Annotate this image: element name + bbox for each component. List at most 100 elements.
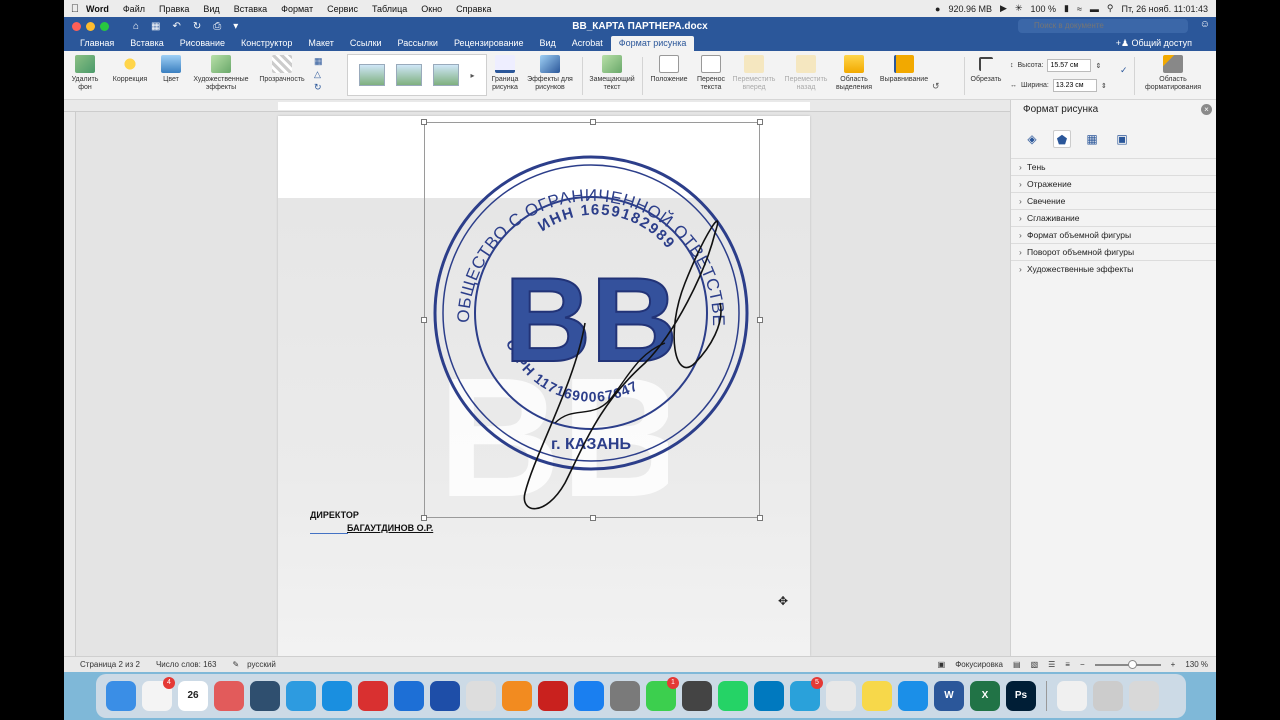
hexagon-app-icon[interactable] <box>502 681 532 711</box>
record-icon[interactable]: ● <box>935 4 940 14</box>
resize-handle-bottom-right[interactable] <box>757 515 763 521</box>
iphone-icon[interactable] <box>1093 681 1123 711</box>
height-field[interactable] <box>1047 59 1092 72</box>
horizontal-ruler[interactable] <box>64 100 1010 112</box>
width-stepper[interactable]: ⇕ <box>1101 82 1107 90</box>
bring-forward-button[interactable]: Переместить вперед <box>728 55 780 92</box>
teamviewer-icon[interactable] <box>394 681 424 711</box>
screen-share-icon[interactable] <box>430 681 460 711</box>
proofing-icon[interactable]: ✎ <box>232 660 239 669</box>
bluetooth-icon[interactable]: ✳ <box>1015 3 1023 14</box>
print-icon[interactable]: ⎙ <box>213 21 221 32</box>
undo-icon[interactable]: ↶ <box>173 21 181 32</box>
remove-background-button[interactable]: Удалить фон <box>68 55 102 92</box>
tab-acrobat[interactable]: Acrobat <box>564 36 611 51</box>
vpn-icon[interactable] <box>286 681 316 711</box>
minimize-window-button[interactable] <box>86 21 95 31</box>
c-app-icon[interactable] <box>466 681 496 711</box>
crop-button[interactable]: Обрезать <box>968 55 1004 84</box>
share-button[interactable]: +♟ Общий доступ <box>1116 35 1192 51</box>
menu-format[interactable]: Формат <box>281 4 313 14</box>
spotlight-icon[interactable]: ⚲ <box>1107 3 1114 14</box>
section-glow[interactable]: › Свечение <box>1011 192 1216 209</box>
system-prefs-icon[interactable] <box>610 681 640 711</box>
launchpad-icon[interactable] <box>214 681 244 711</box>
send-backward-button[interactable]: Переместить назад <box>780 55 832 92</box>
picture-style-thumb[interactable] <box>396 64 423 86</box>
alt-text-button[interactable]: Замещающий текст <box>586 55 638 92</box>
page-count[interactable]: Страница 2 из 2 <box>80 660 140 669</box>
close-window-button[interactable] <box>72 21 81 31</box>
director-name[interactable]: БАГАУТДИНОВ О.Р. <box>347 523 433 533</box>
menu-help[interactable]: Справка <box>456 4 491 14</box>
zoom-level[interactable]: 130 % <box>1185 660 1208 669</box>
resize-handle-top[interactable] <box>590 119 596 125</box>
tab-draw[interactable]: Рисование <box>172 36 233 51</box>
resize-handle-bottom-left[interactable] <box>421 515 427 521</box>
rotate-icon[interactable]: ↺ <box>932 81 940 92</box>
selected-picture[interactable]: ОБЩЕСТВО С ОГРАНИЧЕННОЙ ОТВЕТСТВЕННОСТЬЮ… <box>421 119 763 521</box>
tab-view[interactable]: Вид <box>531 36 563 51</box>
search-input[interactable] <box>1018 19 1188 33</box>
draft-view-icon[interactable]: ≡ <box>1065 660 1070 669</box>
close-pane-button[interactable]: × <box>1201 104 1212 115</box>
memory-readout[interactable]: 920.96 MB <box>948 4 992 14</box>
finder-icon[interactable] <box>106 681 136 711</box>
flash-icon[interactable] <box>322 681 352 711</box>
section-3d-rotation[interactable]: › Поворот объемной фигуры <box>1011 243 1216 260</box>
tab-home[interactable]: Главная <box>72 36 122 51</box>
picture-style-thumb[interactable] <box>433 64 460 86</box>
print-layout-icon[interactable]: ▤ <box>1013 660 1021 669</box>
director-name-line[interactable]: БАГАУТДИНОВ О.Р. <box>310 523 433 534</box>
safari-icon[interactable] <box>898 681 928 711</box>
align-button[interactable]: Выравнивание <box>876 55 932 84</box>
gallery-more-icon[interactable]: ▸ <box>470 71 474 80</box>
layout-size-icon[interactable]: ▦ <box>1083 130 1101 148</box>
lock-aspect-check-icon[interactable]: ✓ <box>1120 65 1128 76</box>
apple-icon[interactable]:  <box>64 3 86 15</box>
width-field[interactable] <box>1052 79 1097 92</box>
smiley-feedback-icon[interactable]: ☺ <box>1200 19 1210 30</box>
reminders-icon[interactable]: 4 <box>142 677 175 711</box>
section-soft-edges[interactable]: › Сглаживание <box>1011 209 1216 226</box>
color-button[interactable]: Цвет <box>156 55 186 84</box>
tab-references[interactable]: Ссылки <box>342 36 390 51</box>
height-stepper[interactable]: ⇕ <box>1095 62 1101 70</box>
selection-pane-button[interactable]: Область выделения <box>832 55 876 92</box>
battery-readout[interactable]: 100 % <box>1030 4 1056 14</box>
picture-style-thumb[interactable] <box>359 64 386 86</box>
menu-table[interactable]: Таблица <box>372 4 407 14</box>
transparency-button[interactable]: Прозрачность <box>256 55 308 84</box>
menu-insert[interactable]: Вставка <box>234 4 267 14</box>
vertical-ruler[interactable] <box>64 112 76 656</box>
chrome-icon[interactable] <box>826 681 856 711</box>
director-title[interactable]: ДИРЕКТОР <box>310 510 359 520</box>
picture-icon[interactable]: ▣ <box>1113 130 1131 148</box>
play-icon[interactable]: ▶ <box>1000 3 1007 14</box>
word-count[interactable]: Число слов: 163 <box>156 660 216 669</box>
app-store-icon[interactable] <box>574 681 604 711</box>
trello-icon[interactable] <box>754 681 784 711</box>
ccleaner-icon[interactable] <box>358 681 388 711</box>
menu-file[interactable]: Файл <box>123 4 145 14</box>
customize-toolbar-icon[interactable]: ▾ <box>233 21 238 32</box>
resize-handle-left[interactable] <box>421 317 427 323</box>
trash-icon[interactable] <box>1129 681 1159 711</box>
clipboard-icon[interactable] <box>250 681 280 711</box>
outline-view-icon[interactable]: ☰ <box>1048 660 1055 669</box>
document-icon[interactable] <box>1057 681 1087 711</box>
format-pane-button[interactable]: Область форматирования <box>1140 55 1206 92</box>
web-layout-icon[interactable]: ▧ <box>1031 660 1039 669</box>
messages-icon[interactable]: 1 <box>646 677 679 711</box>
picture-border-button[interactable]: Граница рисунка <box>488 55 522 92</box>
corrections-button[interactable]: Коррекция <box>108 55 152 84</box>
excel-icon[interactable]: X <box>970 681 1000 711</box>
menu-window[interactable]: Окно <box>421 4 442 14</box>
tab-mailings[interactable]: Рассылки <box>390 36 446 51</box>
whatsapp-icon[interactable] <box>718 681 748 711</box>
photoshop-icon[interactable]: Ps <box>1006 681 1036 711</box>
tab-picture-format[interactable]: Формат рисунка <box>610 36 695 51</box>
section-artistic-effects[interactable]: › Художественные эффекты <box>1011 260 1216 277</box>
menu-view[interactable]: Вид <box>203 4 219 14</box>
section-3d-format[interactable]: › Формат объемной фигуры <box>1011 226 1216 243</box>
